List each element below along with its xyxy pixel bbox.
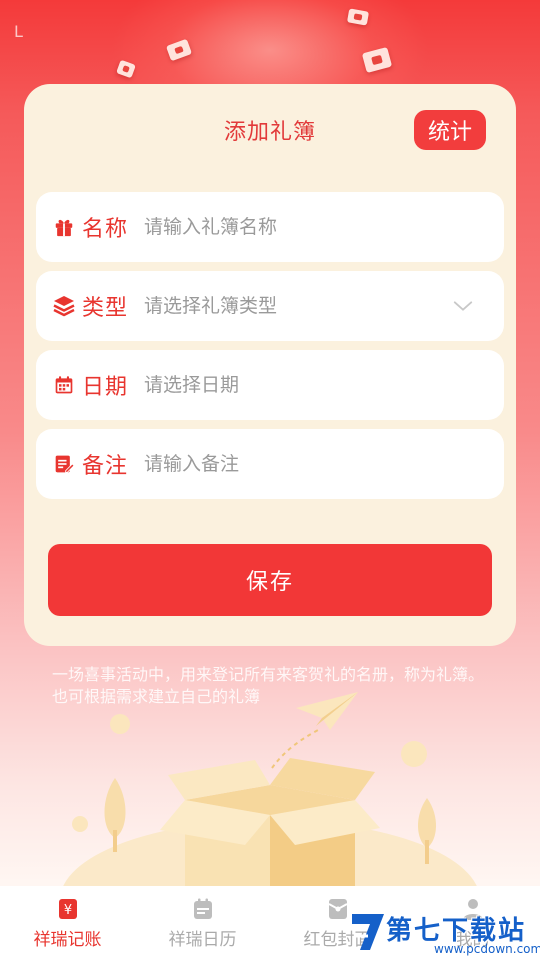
calendar-icon: [191, 897, 215, 921]
stats-button[interactable]: 统计: [414, 110, 486, 150]
site-watermark: 第七下载站 www.pcdown.com: [348, 906, 540, 960]
tab-ledger[interactable]: ¥ 祥瑞记账: [0, 886, 135, 960]
watermark-url: www.pcdown.com: [434, 942, 540, 956]
chevron-down-icon[interactable]: [452, 295, 474, 321]
gift-icon: [52, 215, 76, 239]
tab-calendar[interactable]: 祥瑞日历: [135, 886, 270, 960]
note-edit-icon: [52, 452, 76, 476]
yen-note-icon: ¥: [56, 897, 80, 921]
name-input[interactable]: [144, 216, 405, 238]
date-label: 日期: [82, 375, 129, 400]
layers-icon: [52, 294, 76, 318]
type-label: 类型: [82, 296, 129, 321]
note-input[interactable]: [144, 453, 405, 475]
date-picker[interactable]: [144, 374, 405, 396]
type-field[interactable]: 类型: [36, 271, 504, 341]
watermark-logo-icon: [352, 914, 384, 950]
note-label: 备注: [82, 454, 129, 479]
svg-text:¥: ¥: [63, 903, 71, 918]
name-label: 名称: [82, 217, 129, 242]
tab-label: 祥瑞日历: [168, 929, 237, 950]
note-field[interactable]: 备注: [36, 429, 504, 499]
type-select[interactable]: [144, 295, 405, 317]
name-field[interactable]: 名称: [36, 192, 504, 262]
save-button[interactable]: 保存: [48, 544, 492, 616]
red-envelope-icon: [326, 897, 350, 921]
tab-label: 祥瑞记账: [33, 929, 102, 950]
date-field[interactable]: 日期: [36, 350, 504, 420]
calendar-icon: [52, 373, 76, 397]
box-illustration: [63, 692, 477, 886]
